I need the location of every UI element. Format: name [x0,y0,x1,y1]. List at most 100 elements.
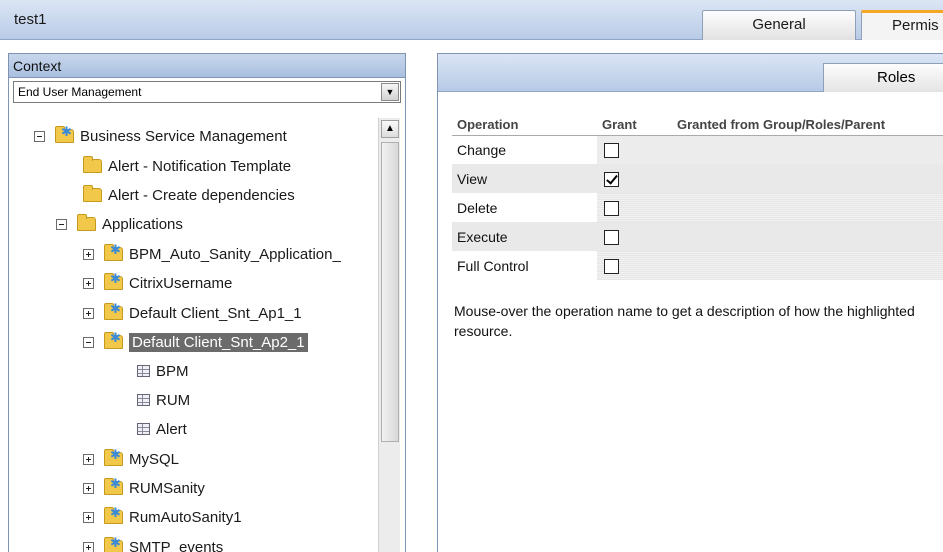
collapse-icon[interactable] [56,218,67,230]
window-title: test1 [14,11,47,28]
tab-roles[interactable]: Roles [823,63,943,92]
tree-item-label: Business Service Management [80,127,287,145]
folder-star-icon: ✱ [104,331,123,349]
tree-item-alert-create-dependencies[interactable]: Alert - Create dependencies [83,182,295,208]
operations-table: Operation Grant Granted from Group/Roles… [452,114,943,280]
tree-item-rumautosanity1[interactable]: ✱ RumAutoSanity1 [83,504,242,530]
grant-checkbox[interactable] [604,171,619,187]
context-dropdown[interactable]: End User Management ▼ [13,81,401,103]
table-header-row: Operation Grant Granted from Group/Roles… [452,114,943,136]
context-header: Context [9,54,405,78]
table-row: Delete [452,193,943,222]
tree-item-bpm-auto-sanity[interactable]: ✱ BPM_Auto_Sanity_Application_ [83,241,341,267]
tree-item-business-service-management[interactable]: ✱ Business Service Management [34,123,287,149]
tree-item-bpm[interactable]: BPM [137,358,189,384]
tree-item-alert-notification-template[interactable]: Alert - Notification Template [83,153,291,179]
grant-checkbox[interactable] [604,143,619,159]
folder-star-icon: ✱ [104,477,123,495]
expand-icon[interactable] [83,307,94,319]
tab-general[interactable]: General [702,10,856,40]
folder-star-icon: ✱ [104,272,123,290]
grant-cell [597,193,672,222]
granted-from-cell [672,164,943,193]
tree-item-mysql[interactable]: ✱ MySQL [83,446,179,472]
grid-icon [137,394,150,406]
grant-cell [597,164,672,193]
folder-star-icon: ✱ [104,536,123,552]
tree-item-label: Alert - Notification Template [108,157,292,175]
tab-permissions[interactable]: Permis [861,10,943,40]
grant-checkbox[interactable] [604,200,619,216]
tree-item-label: Default Client_Snt_Ap1_1 [129,304,302,322]
table-row: Full Control [452,251,943,280]
scroll-thumb[interactable] [381,142,399,442]
tree-scrollbar[interactable]: ▲ [378,118,400,552]
permissions-panel: Roles Operation Grant Granted from Group… [437,53,943,552]
tree-item-label: MySQL [129,450,180,468]
permissions-header: Roles [438,54,943,92]
grant-cell [597,222,672,251]
tree-item-label: BPM [156,362,189,380]
folder-star-icon: ✱ [55,125,74,143]
tree-item-label: RumAutoSanity1 [129,508,242,526]
scroll-up-arrow-icon[interactable]: ▲ [381,120,399,138]
tree-item-applications[interactable]: Applications [56,211,183,237]
column-header-operation: Operation [452,114,597,136]
tree-item-label: RUM [156,391,191,409]
tree-item-label: Alert [156,420,187,438]
tree-item-default-client-ap2[interactable]: ✱ Default Client_Snt_Ap2_1 [83,329,308,355]
granted-from-cell [672,251,943,280]
tree-item-label: RUMSanity [129,479,205,497]
folder-star-icon: ✱ [104,448,123,466]
table-row: View [452,164,943,193]
folder-star-icon: ✱ [104,243,123,261]
column-header-grant: Grant [597,114,672,136]
folder-icon [83,185,102,202]
expand-icon[interactable] [83,453,94,465]
context-dropdown-value: End User Management [18,85,142,99]
title-bar: test1 General Permis [0,0,943,40]
tree-item-label: Alert - Create dependencies [108,186,295,204]
collapse-icon[interactable] [34,130,45,142]
tree-item-alert[interactable]: Alert [137,416,187,442]
granted-from-cell [672,222,943,251]
table-row: Change [452,135,943,164]
context-tree: ✱ Business Service Management Alert - No… [9,118,369,552]
grant-checkbox[interactable] [604,258,619,274]
tree-item-rumsanity[interactable]: ✱ RUMSanity [83,475,205,501]
tree-item-label: CitrixUsername [129,274,233,292]
grant-cell [597,251,672,280]
folder-star-icon: ✱ [104,302,123,320]
table-row: Execute [452,222,943,251]
grid-icon [137,423,150,435]
chevron-down-icon[interactable]: ▼ [381,83,399,101]
folder-star-icon: ✱ [104,506,123,524]
expand-icon[interactable] [83,482,94,494]
context-panel: Context End User Management ▼ ✱ Business… [8,53,406,552]
granted-from-cell [672,135,943,164]
grid-icon [137,365,150,377]
expand-icon[interactable] [83,277,94,289]
operation-name[interactable]: View [452,164,597,193]
operation-name[interactable]: Delete [452,193,597,222]
expand-icon[interactable] [83,248,94,260]
tree-item-label: BPM_Auto_Sanity_Application_ [129,245,341,263]
column-header-granted-from: Granted from Group/Roles/Parent [672,114,943,136]
help-text: Mouse-over the operation name to get a d… [454,303,915,339]
tree-item-smtp-events[interactable]: ✱ SMTP_events [83,534,223,552]
tree-item-citrixusername[interactable]: ✱ CitrixUsername [83,270,232,296]
tree-item-rum[interactable]: RUM [137,387,190,413]
tree-item-label: Default Client_Snt_Ap2_1 [129,332,308,352]
tree-item-label: SMTP_events [129,538,224,552]
folder-icon [83,156,102,173]
expand-icon[interactable] [83,541,94,552]
granted-from-cell [672,193,943,222]
operation-name[interactable]: Change [452,135,597,164]
grant-checkbox[interactable] [604,229,619,245]
collapse-icon[interactable] [83,336,94,348]
grant-cell [597,135,672,164]
operation-name[interactable]: Full Control [452,251,597,280]
expand-icon[interactable] [83,511,94,523]
operation-name[interactable]: Execute [452,222,597,251]
tree-item-default-client-ap1[interactable]: ✱ Default Client_Snt_Ap1_1 [83,300,302,326]
